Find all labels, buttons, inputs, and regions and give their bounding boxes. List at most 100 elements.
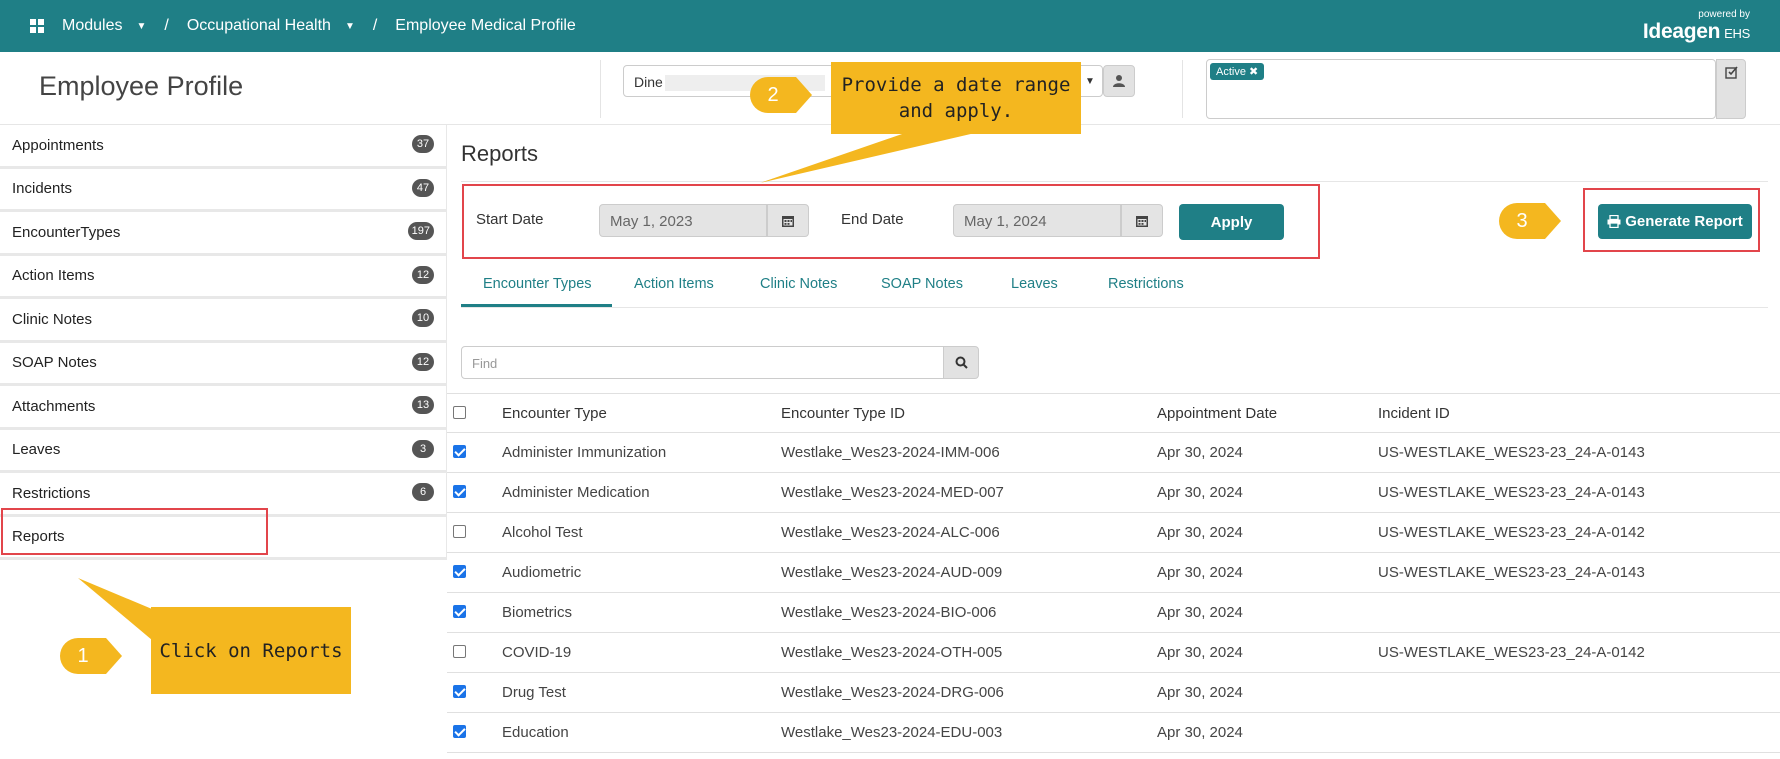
print-icon bbox=[1607, 215, 1621, 228]
table-header-row: Encounter Type Encounter Type ID Appoint… bbox=[447, 393, 1780, 433]
end-date-input[interactable]: May 1, 2024 bbox=[953, 204, 1121, 237]
table-cell: Administer Medication bbox=[502, 484, 650, 501]
sidebar-item-label: Appointments bbox=[12, 136, 104, 154]
breadcrumb-separator: / bbox=[372, 17, 378, 34]
sidebar-item-clinic-notes[interactable]: Clinic Notes 10 bbox=[0, 299, 447, 343]
sidebar-item-label: Clinic Notes bbox=[12, 310, 93, 328]
table-row[interactable]: Administer Immunization Westlake_Wes23-20… bbox=[447, 433, 1780, 473]
select-all-checkbox[interactable] bbox=[453, 406, 466, 419]
end-date-label: End Date bbox=[841, 211, 904, 228]
table-row[interactable]: Drug Test Westlake_Wes23-2024-DRG-006 Apr … bbox=[447, 673, 1780, 713]
end-date-calendar-button[interactable] bbox=[1121, 204, 1163, 237]
close-icon[interactable]: ✖ bbox=[1249, 66, 1258, 78]
row-checkbox[interactable] bbox=[453, 565, 466, 578]
caret-down-icon[interactable]: ▼ bbox=[1085, 76, 1095, 87]
employee-select-value: Dine bbox=[634, 74, 663, 90]
sidebar-item-attachments[interactable]: Attachments 13 bbox=[0, 386, 447, 430]
sidebar-item-encountertypes[interactable]: EncounterTypes 197 bbox=[0, 212, 447, 256]
reports-highlight-box bbox=[1, 508, 268, 555]
brand-name: Ideagen bbox=[1642, 20, 1721, 43]
sidebar-item-appointments[interactable]: Appointments 37 bbox=[0, 125, 447, 169]
count-badge: 6 bbox=[412, 483, 434, 501]
row-checkbox[interactable] bbox=[453, 685, 466, 698]
start-date-input[interactable]: May 1, 2023 bbox=[599, 204, 767, 237]
start-date-label: Start Date bbox=[476, 211, 544, 228]
find-input[interactable]: Find bbox=[461, 346, 944, 379]
apply-button[interactable]: Apply bbox=[1179, 204, 1284, 240]
count-badge: 10 bbox=[412, 309, 434, 327]
row-checkbox[interactable] bbox=[453, 605, 466, 618]
count-badge: 47 bbox=[412, 178, 434, 197]
tab-action-items[interactable]: Action Items bbox=[634, 272, 714, 307]
status-tag[interactable]: Active ✖ bbox=[1210, 63, 1265, 80]
report-tabs: Encounter Types Action Items Clinic Note… bbox=[461, 270, 1768, 308]
count-badge: 13 bbox=[412, 396, 434, 414]
column-header[interactable]: Encounter Type bbox=[502, 405, 607, 422]
search-icon bbox=[955, 356, 968, 369]
count-badge: 12 bbox=[412, 352, 434, 371]
table-cell: Apr 30, 2024 bbox=[1157, 684, 1243, 701]
table-cell: Westlake_Wes23-2024-MED-007 bbox=[781, 484, 1004, 501]
row-checkbox[interactable] bbox=[453, 485, 466, 498]
table-cell: Apr 30, 2024 bbox=[1157, 604, 1243, 621]
tab-leaves[interactable]: Leaves bbox=[1011, 272, 1058, 307]
chevron-down-icon: ▼ bbox=[136, 20, 147, 32]
breadcrumb-label: Modules bbox=[62, 17, 123, 34]
sidebar-item-leaves[interactable]: Leaves 3 bbox=[0, 429, 447, 473]
tab-encounter-types[interactable]: Encounter Types bbox=[461, 272, 612, 307]
table-row[interactable]: Biometrics Westlake_Wes23-2024-BIO-006 Apr… bbox=[447, 593, 1780, 633]
brand-suffix: EHS bbox=[1724, 26, 1750, 41]
table-row[interactable]: COVID-19 Westlake_Wes23-2024-OTH-005 Apr 3… bbox=[447, 633, 1780, 673]
powered-by-label: powered by bbox=[1698, 9, 1750, 20]
search-button[interactable] bbox=[943, 346, 979, 379]
brand-logo: powered by Ideagen EHS bbox=[1643, 9, 1750, 44]
sidebar-item-label: Restrictions bbox=[12, 484, 91, 502]
table-cell: US-WESTLAKE_WES23-23_24-A-0143 bbox=[1378, 484, 1645, 501]
tab-clinic-notes[interactable]: Clinic Notes bbox=[760, 272, 837, 307]
row-checkbox[interactable] bbox=[453, 725, 466, 738]
table-cell: Apr 30, 2024 bbox=[1157, 444, 1243, 461]
table-cell: US-WESTLAKE_WES23-23_24-A-0142 bbox=[1378, 524, 1645, 541]
generate-report-button[interactable]: Generate Report bbox=[1598, 204, 1752, 239]
column-header[interactable]: Encounter Type ID bbox=[781, 405, 905, 422]
table-row[interactable]: Education Westlake_Wes23-2024-EDU-003 Apr … bbox=[447, 713, 1780, 753]
table-row[interactable]: Audiometric Westlake_Wes23-2024-AUD-009 Ap… bbox=[447, 553, 1780, 593]
sidebar-item-action-items[interactable]: Action Items 12 bbox=[0, 255, 447, 299]
table-row[interactable]: Administer Medication Westlake_Wes23-2024… bbox=[447, 473, 1780, 513]
table-cell: Administer Immunization bbox=[502, 444, 667, 461]
step-1-badge: 1 bbox=[60, 638, 122, 674]
callout-2-pointer bbox=[760, 133, 975, 183]
breadcrumb-modules[interactable]: Modules ▼ bbox=[30, 17, 146, 35]
count-badge: 37 bbox=[412, 135, 434, 153]
edit-button[interactable] bbox=[1716, 59, 1746, 119]
row-checkbox[interactable] bbox=[453, 525, 466, 538]
tab-soap-notes[interactable]: SOAP Notes bbox=[881, 272, 963, 307]
start-date-calendar-button[interactable] bbox=[767, 204, 809, 237]
count-badge: 12 bbox=[412, 265, 434, 284]
column-header[interactable]: Incident ID bbox=[1378, 405, 1450, 422]
row-checkbox[interactable] bbox=[453, 445, 466, 458]
row-checkbox[interactable] bbox=[453, 645, 466, 658]
table-cell: US-WESTLAKE_WES23-23_24-A-0143 bbox=[1378, 444, 1645, 461]
breadcrumb-employee-medical-profile: Employee Medical Profile bbox=[395, 17, 576, 35]
table-cell: Westlake_Wes23-2024-DRG-006 bbox=[781, 684, 1004, 701]
sidebar-item-label: EncounterTypes bbox=[12, 223, 121, 241]
breadcrumb-occupational-health[interactable]: Occupational Health ▼ bbox=[187, 17, 355, 35]
calendar-icon bbox=[1136, 215, 1148, 227]
divider bbox=[1182, 60, 1183, 118]
status-tags-field[interactable]: Active ✖ bbox=[1206, 59, 1716, 119]
breadcrumb-separator: / bbox=[164, 17, 169, 34]
generate-report-label: Generate Report bbox=[1625, 213, 1743, 230]
callout-1: Click on Reports bbox=[151, 607, 351, 694]
sidebar-item-incidents[interactable]: Incidents 47 bbox=[0, 168, 447, 212]
status-tag-label: Active bbox=[1216, 66, 1246, 78]
table-cell: Biometrics bbox=[502, 604, 573, 621]
table-row[interactable]: Alcohol Test Westlake_Wes23-2024-ALC-006 A… bbox=[447, 513, 1780, 553]
tab-restrictions[interactable]: Restrictions bbox=[1108, 272, 1184, 307]
chevron-down-icon: ▼ bbox=[344, 20, 355, 32]
user-lookup-button[interactable] bbox=[1103, 65, 1135, 97]
sidebar-item-label: Incidents bbox=[12, 180, 73, 198]
column-header[interactable]: Appointment Date bbox=[1157, 405, 1277, 422]
table-cell: Westlake_Wes23-2024-IMM-006 bbox=[781, 444, 1000, 461]
sidebar-item-soap-notes[interactable]: SOAP Notes 12 bbox=[0, 342, 447, 386]
